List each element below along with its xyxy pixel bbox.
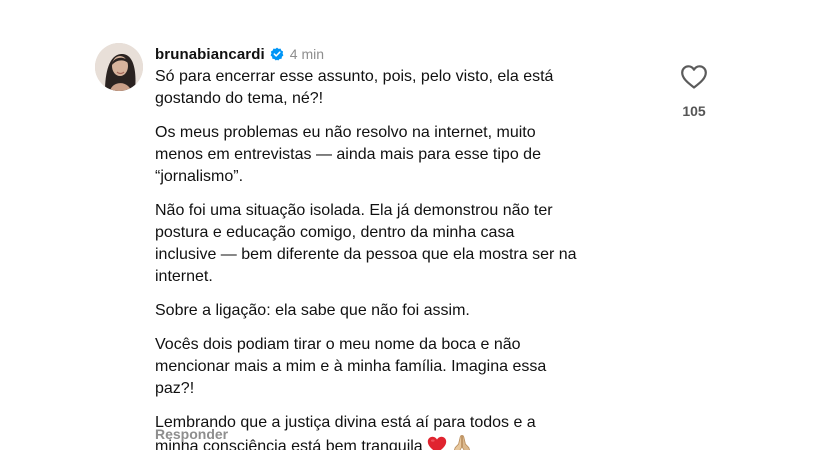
comment-paragraph: Sobre a ligação: ela sabe que não foi as… bbox=[155, 300, 675, 322]
comment-header: brunabiancardi 4 min bbox=[155, 44, 324, 64]
comment-paragraph: Vocês dois podiam tirar o meu nome da bo… bbox=[155, 334, 675, 400]
text-line: menos em entrevistas — ainda mais para e… bbox=[155, 146, 541, 163]
avatar-image bbox=[95, 43, 143, 91]
text-line: Os meus problemas eu não resolvo na inte… bbox=[155, 124, 536, 141]
praying-hands-icon bbox=[451, 434, 473, 450]
avatar[interactable] bbox=[95, 43, 143, 91]
text-line: internet. bbox=[155, 268, 213, 285]
text-line: Não foi uma situação isolada. Ela já dem… bbox=[155, 202, 553, 219]
timestamp: 4 min bbox=[289, 46, 324, 62]
username[interactable]: brunabiancardi bbox=[155, 46, 265, 63]
text-line: gostando do tema, né?! bbox=[155, 90, 324, 107]
comment-paragraph: Não foi uma situação isolada. Ela já dem… bbox=[155, 200, 675, 288]
text-line: Vocês dois podiam tirar o meu nome da bo… bbox=[155, 336, 521, 353]
text-line: Sobre a ligação: ela sabe que não foi as… bbox=[155, 302, 470, 319]
text-line: postura e educação comigo, dentro da min… bbox=[155, 224, 515, 241]
like-count: 105 bbox=[682, 103, 706, 119]
text-line: mencionar mais a mim e à minha família. … bbox=[155, 358, 547, 375]
red-heart-icon bbox=[427, 436, 447, 450]
comment-paragraph: Lembrando que a justiça divina está aí p… bbox=[155, 412, 675, 450]
text-line: paz?! bbox=[155, 380, 195, 397]
text-line: inclusive — bem diferente da pessoa que … bbox=[155, 246, 577, 263]
reply-button[interactable]: Responder bbox=[155, 426, 228, 442]
comment: brunabiancardi 4 min Só para encerrar es… bbox=[0, 0, 823, 450]
comment-paragraph: Só para encerrar esse assunto, pois, pel… bbox=[155, 66, 675, 110]
text-line: “jornalismo”. bbox=[155, 168, 244, 185]
verified-badge-icon bbox=[270, 47, 284, 61]
text-line: Só para encerrar esse assunto, pois, pel… bbox=[155, 68, 554, 85]
comment-paragraph: Os meus problemas eu não resolvo na inte… bbox=[155, 122, 675, 188]
comment-text: Só para encerrar esse assunto, pois, pel… bbox=[155, 66, 675, 450]
text-line: Lembrando que a justiça divina está aí p… bbox=[155, 414, 536, 431]
like-heart-icon[interactable] bbox=[680, 64, 708, 90]
text-line-with-emoji: minha consciência está bem tranquila bbox=[155, 434, 675, 450]
